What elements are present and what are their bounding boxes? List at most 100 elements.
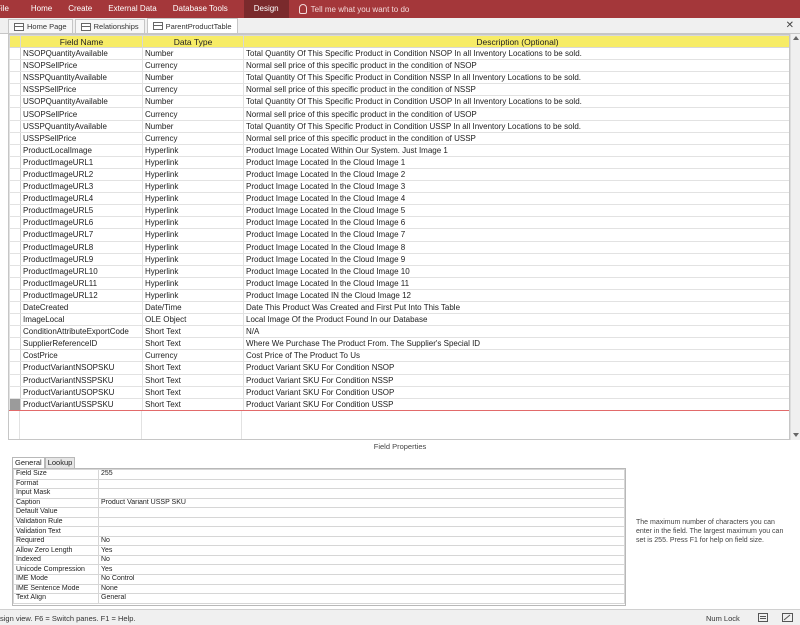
- table-row[interactable]: ProductImageURL12 Hyperlink Product Image …: [9, 288, 789, 302]
- table-row[interactable]: USSPSellPrice Currency Normal sell price o…: [9, 131, 789, 145]
- table-row[interactable]: ProductLocalImage Hyperlink Product Image …: [9, 143, 789, 157]
- description-cell[interactable]: Product Image Located In the Cloud Image…: [243, 264, 789, 278]
- table-row[interactable]: ProductImageURL4 Hyperlink Product Image L…: [9, 192, 789, 206]
- description-cell[interactable]: Local Image Of the Product Found In our …: [243, 313, 789, 327]
- row-selector[interactable]: [9, 192, 21, 206]
- description-cell[interactable]: Product Image Located In the Cloud Image…: [243, 204, 789, 218]
- field-name-cell[interactable]: NSSPQuantityAvailable: [20, 71, 143, 85]
- data-type-cell[interactable]: Short Text: [142, 361, 244, 375]
- field-name-cell[interactable]: NSOPSellPrice: [20, 59, 143, 73]
- field-name-cell[interactable]: ProductImageURL12: [20, 288, 143, 302]
- data-type-cell[interactable]: Hyperlink: [142, 143, 244, 157]
- table-row[interactable]: NSOPQuantityAvailable Number Total Quantit…: [9, 46, 789, 61]
- table-row[interactable]: SupplierReferenceID Short Text Where We Pu…: [9, 337, 789, 351]
- field-name-cell[interactable]: CostPrice: [20, 349, 143, 363]
- field-name-cell[interactable]: ProductImageURL6: [20, 216, 143, 230]
- field-name-cell[interactable]: ProductImageURL8: [20, 240, 143, 254]
- row-selector[interactable]: [9, 71, 21, 85]
- description-cell[interactable]: Product Image Located In the Cloud Image…: [243, 276, 789, 290]
- row-selector[interactable]: [9, 131, 21, 145]
- row-selector[interactable]: [9, 167, 21, 182]
- property-value[interactable]: No: [98, 535, 625, 547]
- description-cell[interactable]: Product Image Located IN the Cloud Image…: [243, 288, 789, 302]
- row-selector[interactable]: [9, 373, 21, 387]
- table-row[interactable]: DateCreated Date/Time Date This Product Wa…: [9, 300, 789, 315]
- tab-external-data[interactable]: External Data: [100, 0, 164, 18]
- field-name-cell[interactable]: ProductLocalImage: [20, 143, 143, 157]
- description-cell[interactable]: Normal sell price of this specific produ…: [243, 83, 789, 97]
- field-name-cell[interactable]: ProductImageURL9: [20, 252, 143, 266]
- field-name-cell[interactable]: ProductImageURL2: [20, 167, 143, 182]
- table-row[interactable]: ProductImageURL8 Hyperlink Product Image L…: [9, 240, 789, 254]
- row-selector[interactable]: [9, 264, 21, 278]
- description-cell[interactable]: Product Variant SKU For Condition NSSP: [243, 373, 789, 387]
- field-name-cell[interactable]: NSOPQuantityAvailable: [20, 46, 143, 61]
- row-selector[interactable]: [9, 325, 21, 339]
- data-type-cell[interactable]: Number: [142, 119, 244, 133]
- data-type-cell[interactable]: OLE Object: [142, 313, 244, 327]
- table-row[interactable]: USOPSellPrice Currency Normal sell price o…: [9, 107, 789, 121]
- table-row[interactable]: ProductImageURL11 Hyperlink Product Image …: [9, 276, 789, 290]
- description-cell[interactable]: N/A: [243, 325, 789, 339]
- table-row[interactable]: NSSPSellPrice Currency Normal sell price o…: [9, 83, 789, 97]
- field-name-cell[interactable]: ProductVariantUSSPSKU: [20, 397, 143, 411]
- field-name-cell[interactable]: USOPQuantityAvailable: [20, 95, 143, 109]
- row-selector[interactable]: [9, 288, 21, 302]
- data-type-cell[interactable]: Hyperlink: [142, 252, 244, 266]
- field-name-cell[interactable]: ProductVariantNSSPSKU: [20, 373, 143, 387]
- data-type-cell[interactable]: Short Text: [142, 337, 244, 351]
- row-selector[interactable]: [9, 155, 21, 169]
- row-selector[interactable]: [9, 95, 21, 109]
- property-value[interactable]: 255: [98, 469, 625, 480]
- property-value[interactable]: Yes: [98, 545, 625, 556]
- row-selector[interactable]: [9, 385, 21, 399]
- table-row[interactable]: ProductVariantNSOPSKU Short Text Product V…: [9, 361, 789, 375]
- row-selector[interactable]: [9, 83, 21, 97]
- tab-home[interactable]: Home: [23, 0, 60, 18]
- table-row[interactable]: ProductVariantNSSPSKU Short Text Product V…: [9, 373, 789, 387]
- data-type-cell[interactable]: Hyperlink: [142, 216, 244, 230]
- table-row[interactable]: ProductImageURL9 Hyperlink Product Image L…: [9, 252, 789, 266]
- data-type-cell[interactable]: Date/Time: [142, 300, 244, 315]
- description-cell[interactable]: Product Image Located In the Cloud Image…: [243, 252, 789, 266]
- field-name-cell[interactable]: ProductImageURL7: [20, 228, 143, 242]
- data-type-cell[interactable]: Currency: [142, 107, 244, 121]
- property-value[interactable]: [98, 478, 625, 490]
- row-selector[interactable]: [9, 204, 21, 218]
- data-type-cell[interactable]: Hyperlink: [142, 288, 244, 302]
- description-cell[interactable]: Total Quantity Of This Specific Product …: [243, 119, 789, 133]
- data-type-cell[interactable]: Number: [142, 46, 244, 61]
- description-cell[interactable]: Product Image Located In the Cloud Image…: [243, 180, 789, 194]
- description-cell[interactable]: Normal sell price of this specific produ…: [243, 131, 789, 145]
- description-cell[interactable]: Total Quantity Of This Specific Product …: [243, 95, 789, 109]
- data-type-cell[interactable]: Currency: [142, 83, 244, 97]
- scroll-down-icon[interactable]: [793, 433, 799, 437]
- description-cell[interactable]: Product Variant SKU For Condition NSOP: [243, 361, 789, 375]
- data-type-cell[interactable]: Currency: [142, 131, 244, 145]
- field-name-cell[interactable]: ProductImageURL3: [20, 180, 143, 194]
- property-value[interactable]: No Control: [98, 574, 625, 585]
- doc-tab-parent-product-table[interactable]: ParentProductTable: [146, 18, 238, 33]
- table-row[interactable]: ProductVariantUSSPSKU Short Text Product V…: [9, 397, 789, 411]
- tab-design[interactable]: Design: [243, 0, 289, 18]
- property-value[interactable]: [98, 507, 625, 518]
- description-cell[interactable]: Product Image Located In the Cloud Image…: [243, 228, 789, 242]
- row-selector[interactable]: [9, 228, 21, 242]
- property-value[interactable]: Yes: [98, 564, 625, 575]
- data-type-cell[interactable]: Hyperlink: [142, 155, 244, 169]
- table-row[interactable]: ProductImageURL1 Hyperlink Product Image L…: [9, 155, 789, 169]
- field-name-cell[interactable]: ImageLocal: [20, 313, 143, 327]
- description-cell[interactable]: Cost Price of The Product To Us: [243, 349, 789, 363]
- description-cell[interactable]: Product Variant SKU For Condition USOP: [243, 385, 789, 399]
- row-selector[interactable]: [9, 119, 21, 133]
- close-icon[interactable]: ✕: [786, 20, 794, 31]
- row-selector[interactable]: [9, 337, 21, 351]
- table-row[interactable]: ProductVariantUSOPSKU Short Text Product V…: [9, 385, 789, 399]
- table-row[interactable]: NSOPSellPrice Currency Normal sell price o…: [9, 59, 789, 73]
- data-type-cell[interactable]: Hyperlink: [142, 228, 244, 242]
- table-row[interactable]: ProductImageURL3 Hyperlink Product Image L…: [9, 180, 789, 194]
- description-cell[interactable]: Normal sell price of this specific produ…: [243, 107, 789, 121]
- row-selector[interactable]: [9, 313, 21, 327]
- description-cell[interactable]: Date This Product Was Created and First …: [243, 300, 789, 315]
- table-row[interactable]: ProductImageURL10 Hyperlink Product Image …: [9, 264, 789, 278]
